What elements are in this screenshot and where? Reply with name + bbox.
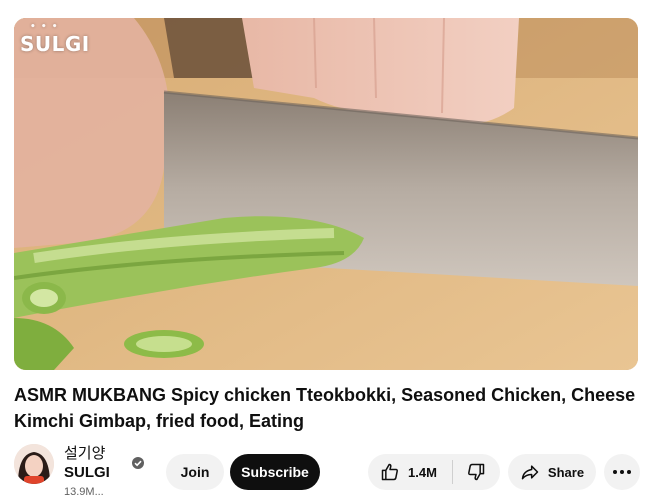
watermark-dots: • • •: [30, 22, 59, 32]
channel-name[interactable]: SULGI: [64, 464, 110, 481]
watermark-text: SULGI: [20, 32, 90, 56]
subscriber-count: 13.9M...: [64, 486, 104, 498]
like-count: 1.4M: [408, 464, 437, 480]
more-dots-icon: [613, 470, 631, 474]
share-arrow-icon: [521, 465, 539, 480]
thumbs-up-icon: [381, 463, 398, 481]
channel-avatar[interactable]: [14, 444, 54, 484]
share-button[interactable]: Share: [508, 454, 596, 490]
video-frame-thumbnail: [14, 18, 638, 370]
video-player[interactable]: • • • SULGI: [14, 18, 638, 370]
more-actions-button[interactable]: [604, 454, 640, 490]
channel-watermark: • • • SULGI: [20, 22, 90, 56]
subscribe-button[interactable]: Subscribe: [230, 454, 320, 490]
channel-name-korean[interactable]: 설기양: [64, 442, 105, 463]
video-title: ASMR MUKBANG Spicy chicken Tteokbokki, S…: [14, 385, 636, 431]
like-dislike-group: 1.4M: [368, 454, 500, 490]
verified-icon: [132, 457, 144, 469]
dislike-button[interactable]: [453, 454, 499, 490]
share-label: Share: [547, 464, 585, 480]
like-button[interactable]: 1.4M: [368, 454, 452, 490]
thumbs-down-icon: [468, 463, 485, 481]
join-button[interactable]: Join: [166, 454, 224, 490]
owner-row: 설기양 SULGI 13.9M... Join Subscribe 1.4M S…: [14, 440, 640, 498]
